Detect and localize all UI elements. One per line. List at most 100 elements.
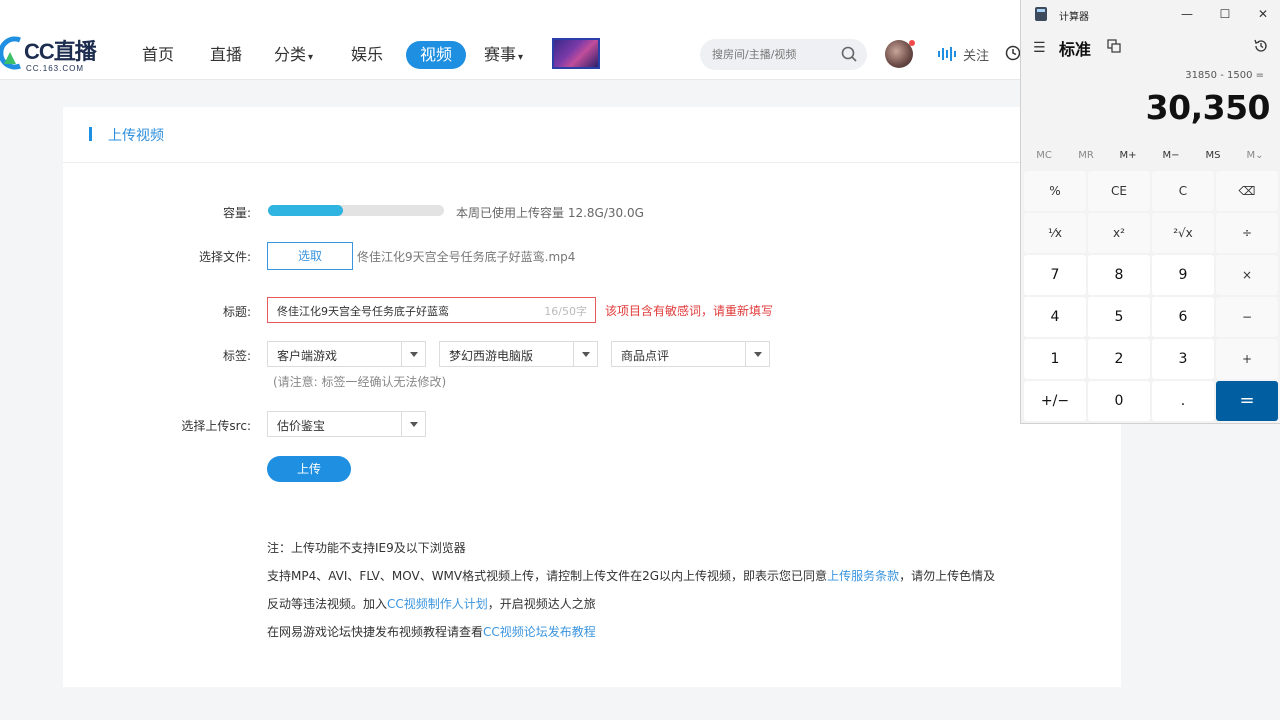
backspace-key[interactable]: ⌫ — [1216, 171, 1278, 211]
clock-icon[interactable] — [1005, 45, 1021, 61]
capacity-progress-bar — [268, 205, 444, 216]
digit-3-key[interactable]: 3 — [1152, 339, 1214, 379]
note-2a: 支持MP4、AVI、FLV、MOV、WMV格式视频上传，请控制上传文件在2G以内… — [267, 569, 828, 583]
src-label: 选择上传src: — [181, 419, 251, 433]
src-select-value: 估价鉴宝 — [277, 419, 326, 433]
digit-2-key[interactable]: 2 — [1088, 339, 1150, 379]
minimize-icon[interactable]: — — [1173, 4, 1201, 24]
creator-plan-link[interactable]: CC视频制作人计划 — [387, 597, 488, 611]
calculator-mode: 标准 — [1059, 40, 1092, 59]
search-icon[interactable] — [840, 45, 858, 63]
chevron-down-icon: ▾ — [518, 52, 524, 63]
logo-text: CC直播 — [24, 39, 97, 64]
upload-notes: 注：上传功能不支持IE9及以下浏览器 支持MP4、AVI、FLV、MOV、WMV… — [267, 541, 995, 653]
file-label: 选择文件: — [198, 250, 251, 264]
memory-store[interactable]: MS — [1193, 150, 1233, 161]
page-title: 上传视频 — [108, 128, 164, 144]
title-error-message: 该项目含有敏感词，请重新填写 — [605, 304, 774, 318]
hamburger-menu-icon[interactable]: ☰ — [1033, 40, 1046, 56]
note-line-3: 反动等违法视频。加入CC视频制作人计划，开启视频达人之旅 — [267, 597, 995, 625]
logo-subtext: CC.163.COM — [26, 64, 85, 73]
calculator-result: 30,350 — [1145, 88, 1271, 127]
clear-key[interactable]: C — [1152, 171, 1214, 211]
nav-home[interactable]: 首页 — [142, 44, 174, 66]
note-4a: 在网易游戏论坛快捷发布视频教程请查看 — [267, 625, 484, 639]
capacity-label: 容量: — [222, 206, 251, 220]
negate-key[interactable]: +/− — [1024, 381, 1086, 421]
note-3b: ，开启视频达人之旅 — [487, 597, 596, 611]
history-icon[interactable] — [1253, 38, 1269, 54]
maximize-icon[interactable]: ☐ — [1211, 4, 1239, 24]
equals-key[interactable]: = — [1216, 381, 1278, 421]
terms-link[interactable]: 上传服务条款 — [827, 569, 899, 583]
memory-list[interactable]: M⌄ — [1235, 150, 1275, 161]
tag-select-2[interactable]: 梦幻西游电脑版 — [439, 341, 598, 367]
tag-select-3[interactable]: 商品点评 — [611, 341, 770, 367]
digit-1-key[interactable]: 1 — [1024, 339, 1086, 379]
digit-9-key[interactable]: 9 — [1152, 255, 1214, 295]
decimal-key[interactable]: . — [1152, 381, 1214, 421]
tag-select-2-value: 梦幻西游电脑版 — [449, 349, 534, 363]
cc-logo[interactable]: CC直播 CC.163.COM — [0, 30, 110, 78]
nav-category-label: 分类 — [274, 45, 307, 64]
clear-entry-key[interactable]: CE — [1088, 171, 1150, 211]
chevron-down-icon — [401, 412, 425, 436]
nav-category[interactable]: 分类 ▾ — [274, 44, 313, 66]
add-key[interactable]: + — [1216, 339, 1278, 379]
upload-button[interactable]: 上传 — [267, 456, 351, 482]
title-input[interactable]: 佟佳江化9天宫全号任务底子好蓝鸾 16/50字 — [267, 297, 596, 323]
divide-key[interactable]: ÷ — [1216, 213, 1278, 253]
note-line-4: 在网易游戏论坛快捷发布视频教程请查看CC视频论坛发布教程 — [267, 625, 995, 653]
nav-events[interactable]: 赛事 ▾ — [484, 44, 523, 66]
memory-clear[interactable]: MC — [1024, 150, 1064, 161]
soundwave-icon — [938, 47, 956, 61]
digit-5-key[interactable]: 5 — [1088, 297, 1150, 337]
nav-events-label: 赛事 — [484, 45, 517, 64]
follow-label: 关注 — [963, 48, 990, 64]
keep-on-top-icon[interactable] — [1107, 39, 1121, 53]
multiply-key[interactable]: × — [1216, 255, 1278, 295]
chevron-down-icon — [573, 342, 597, 366]
src-select[interactable]: 估价鉴宝 — [267, 411, 426, 437]
tag-select-3-value: 商品点评 — [621, 349, 670, 363]
digit-8-key[interactable]: 8 — [1088, 255, 1150, 295]
choose-file-button[interactable]: 选取 — [267, 242, 353, 270]
follow-button[interactable]: 关注 — [937, 44, 989, 64]
promo-banner-image[interactable] — [552, 38, 600, 69]
note-line-2: 支持MP4、AVI、FLV、MOV、WMV格式视频上传，请控制上传文件在2G以内… — [267, 569, 995, 597]
memory-subtract[interactable]: M− — [1151, 150, 1191, 161]
title-label: 标题: — [222, 305, 251, 319]
nav-video[interactable]: 视频 — [406, 41, 467, 69]
reciprocal-key[interactable]: ¹⁄x — [1024, 213, 1086, 253]
note-2b: ，请勿上传色情及 — [899, 569, 996, 583]
title-input-value: 佟佳江化9天宫全号任务底子好蓝鸾 — [277, 305, 449, 318]
chevron-down-icon: ▾ — [308, 52, 314, 63]
nav-entertainment[interactable]: 娱乐 — [351, 44, 383, 66]
calculator-expression: 31850 - 1500 = — [1185, 70, 1264, 81]
nav-live[interactable]: 直播 — [210, 44, 242, 66]
tags-note: (请注意: 标签一经确认无法修改) — [273, 375, 447, 389]
title-char-count: 16/50字 — [544, 305, 587, 318]
digit-7-key[interactable]: 7 — [1024, 255, 1086, 295]
digit-6-key[interactable]: 6 — [1152, 297, 1214, 337]
percent-key[interactable]: % — [1024, 171, 1086, 211]
calculator-titlebar[interactable]: 计算器 — ☐ ✕ — [1021, 0, 1280, 28]
tag-select-1-value: 客户端游戏 — [277, 349, 338, 363]
chevron-down-icon — [401, 342, 425, 366]
file-name: 佟佳江化9天宫全号任务底子好蓝鸾.mp4 — [357, 250, 576, 264]
card-header: 上传视频 — [63, 107, 1121, 163]
square-key[interactable]: x² — [1088, 213, 1150, 253]
memory-add[interactable]: M+ — [1108, 150, 1148, 161]
digit-4-key[interactable]: 4 — [1024, 297, 1086, 337]
memory-recall[interactable]: MR — [1066, 150, 1106, 161]
tag-select-1[interactable]: 客户端游戏 — [267, 341, 426, 367]
upload-card: 上传视频 容量: 本周已使用上传容量 12.8G/30.0G 选择文件: 选取 … — [63, 107, 1121, 687]
close-icon[interactable]: ✕ — [1249, 4, 1277, 24]
notification-dot — [909, 40, 915, 46]
digit-0-key[interactable]: 0 — [1088, 381, 1150, 421]
square-root-key[interactable]: ²√x — [1152, 213, 1214, 253]
forum-tutorial-link[interactable]: CC视频论坛发布教程 — [483, 625, 596, 639]
chevron-down-icon — [745, 342, 769, 366]
search-input[interactable] — [712, 46, 832, 63]
subtract-key[interactable]: − — [1216, 297, 1278, 337]
